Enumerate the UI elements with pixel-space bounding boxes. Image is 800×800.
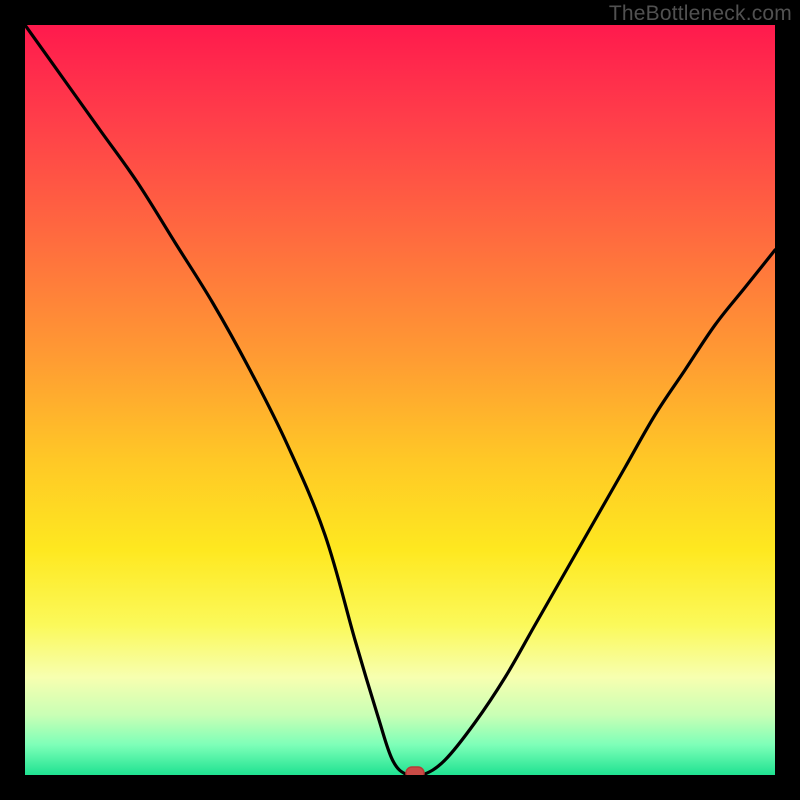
plot-area xyxy=(25,25,775,775)
chart-frame: TheBottleneck.com xyxy=(0,0,800,800)
optimal-marker xyxy=(406,767,424,775)
bottleneck-curve xyxy=(25,25,775,775)
watermark-text: TheBottleneck.com xyxy=(609,2,792,26)
chart-svg xyxy=(25,25,775,775)
